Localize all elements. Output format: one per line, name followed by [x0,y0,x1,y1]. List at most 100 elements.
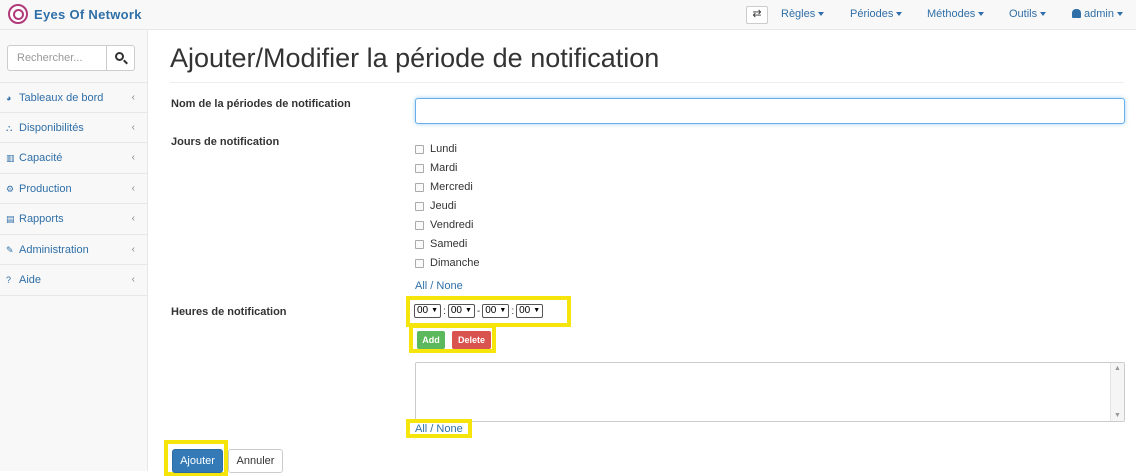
menu-methodes[interactable]: Méthodes [927,8,985,20]
caret-down-icon [818,12,825,17]
caret-down-icon [1040,12,1047,17]
delete-time-button[interactable]: Delete [452,331,491,349]
checkbox[interactable] [415,163,424,173]
brand[interactable]: Eyes Of Network [8,4,142,24]
menu-methodes-label: Méthodes [927,8,976,20]
sidebar-item-disponibilites[interactable]: ⛬ Disponibilités ‹ [0,113,147,143]
start-hour-select[interactable]: 00 ▼ [414,304,442,318]
chevron-left-icon: ‹ [131,243,135,255]
hours-all-none-link[interactable]: All / None [415,423,463,435]
day-label: Jeudi [430,200,457,212]
caret-down-icon [1116,12,1123,17]
start-minute-select[interactable]: 00 ▼ [447,304,475,318]
caret-down-icon [896,12,903,17]
sidebar-item-label: Tableaux de bord [19,92,104,104]
user-icon [1072,9,1081,18]
scroll-up-icon[interactable]: ▲ [1114,365,1121,372]
select-value: 00 [485,305,497,316]
checkbox[interactable] [415,144,424,154]
day-label: Lundi [430,143,457,155]
page-title: Ajouter/Modifier la période de notificat… [170,43,660,73]
time-ranges-list[interactable]: ▲ ▼ [415,362,1125,422]
end-minute-select[interactable]: 00 ▼ [516,304,544,318]
day-label: Mercredi [430,181,473,193]
chevron-left-icon: ‹ [131,152,135,163]
sidebar-item-label: Capacité [19,152,63,164]
checkbox[interactable] [415,201,424,211]
day-label: Vendredi [430,219,474,231]
sidebar-item-label: Administration [19,243,89,256]
add-time-button[interactable]: Add [417,331,445,349]
menu-outils-label: Outils [1009,8,1038,20]
time-separator: : [443,305,446,317]
menu-outils[interactable]: Outils [1009,8,1047,20]
eon-logo-icon [8,4,28,24]
day-sunday[interactable]: Dimanche [415,256,480,270]
day-friday[interactable]: Vendredi [415,218,473,232]
day-label: Dimanche [430,257,480,269]
wrench-icon: ✎ [6,244,14,255]
search-button[interactable] [107,45,135,71]
submit-button[interactable]: Ajouter [172,449,223,473]
search-icon [115,52,124,61]
sidebar-item-capacite[interactable]: ▥ Capacité ‹ [0,143,147,174]
menu-periodes-label: Périodes [850,8,894,20]
chevron-left-icon: ‹ [131,182,135,194]
file-text-icon: ▤ [6,214,15,224]
checkbox[interactable] [415,220,424,230]
sidebar: ◕ Tableaux de bord ‹ ⛬ Disponibilités ‹ ▥ Cap… [0,30,148,471]
caret-down-icon [978,12,985,17]
day-saturday[interactable]: Samedi [415,237,467,251]
sidebar-item-label: Rapports [19,213,64,225]
name-label: Nom de la périodes de notification [171,98,351,110]
title-divider [170,82,1124,83]
days-all-none-link[interactable]: All / None [415,280,463,292]
day-label: Mardi [430,162,458,174]
sidebar-item-administration[interactable]: ✎ Administration ‹ [0,235,147,265]
chevron-left-icon: ‹ [131,121,135,133]
sidebar-item-rapports[interactable]: ▤ Rapports ‹ [0,204,147,235]
chevron-left-icon: ‹ [131,92,135,103]
period-name-input[interactable] [415,98,1125,124]
end-hour-select[interactable]: 00 ▼ [482,304,510,318]
dropdown-arrow-icon: ▼ [431,307,439,314]
top-navbar: Eyes Of Network ⇄ Règles Périodes Méthod… [0,0,1136,30]
sidebar-item-aide[interactable]: ? Aide ‹ [0,265,147,296]
day-wednesday[interactable]: Mercredi [415,180,473,194]
select-value: 00 [519,305,531,316]
scrollbar[interactable]: ▲ ▼ [1110,363,1124,421]
sidebar-menu: ◕ Tableaux de bord ‹ ⛬ Disponibilités ‹ ▥ Cap… [0,82,147,296]
range-separator: - [476,305,481,317]
dropdown-arrow-icon: ▼ [499,307,507,314]
checkbox[interactable] [415,239,424,249]
menu-regles[interactable]: Règles [781,8,825,20]
checkbox[interactable] [415,182,424,192]
checkbox[interactable] [415,258,424,268]
question-circle-icon: ? [6,275,12,285]
sidebar-search [7,45,135,71]
bar-chart-icon: ▥ [6,153,15,163]
cogs-icon: ⚙ [6,183,15,194]
day-monday[interactable]: Lundi [415,142,457,156]
chevron-left-icon: ‹ [131,213,135,224]
menu-periodes[interactable]: Périodes [850,8,903,20]
dashboard-icon: ◕ [6,93,12,103]
time-range-selects: 00 ▼ : 00 ▼ - 00 ▼ : 00 ▼ [414,304,544,318]
sidebar-item-tableaux-de-bord[interactable]: ◕ Tableaux de bord ‹ [0,82,147,113]
cancel-button[interactable]: Annuler [228,449,283,473]
chevron-left-icon: ‹ [131,274,135,285]
day-thursday[interactable]: Jeudi [415,199,456,213]
day-tuesday[interactable]: Mardi [415,161,458,175]
dropdown-arrow-icon: ▼ [464,307,472,314]
scroll-down-icon[interactable]: ▼ [1114,412,1121,419]
days-label: Jours de notification [171,136,280,148]
time-separator: : [511,305,515,317]
brand-name: Eyes Of Network [34,6,142,22]
select-value: 00 [417,305,429,316]
sidebar-item-production[interactable]: ⚙ Production ‹ [0,174,147,204]
menu-admin[interactable]: admin [1072,8,1123,20]
search-input[interactable] [7,45,107,71]
toggle-sidebar-button[interactable]: ⇄ [746,6,768,24]
dropdown-arrow-icon: ▼ [533,307,541,314]
menu-admin-label: admin [1084,8,1114,20]
